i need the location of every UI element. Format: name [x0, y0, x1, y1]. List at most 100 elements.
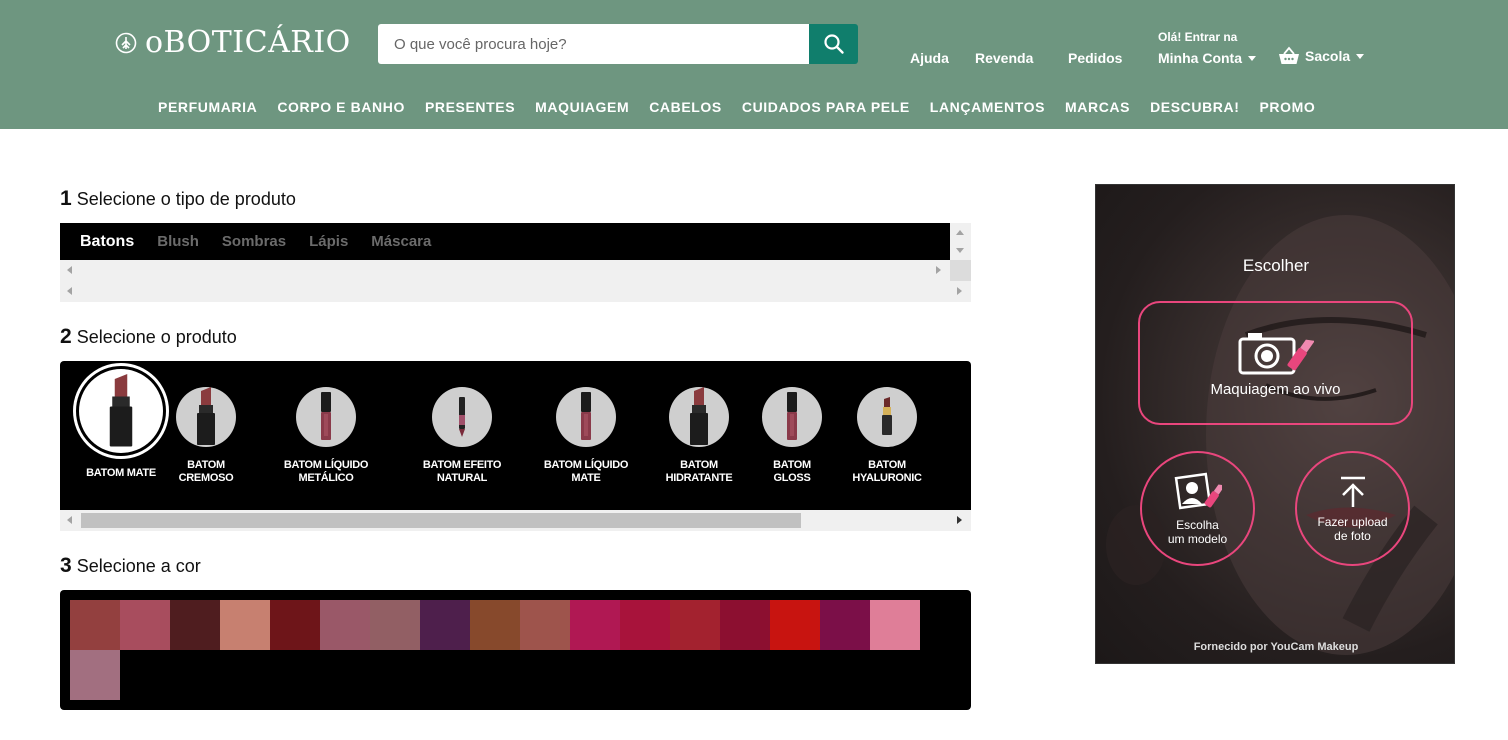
- product-label: BATOM GLOSS: [773, 459, 811, 484]
- lipstick-bullet-icon: [669, 387, 729, 447]
- color-swatch[interactable]: [770, 600, 820, 650]
- scroll-left-icon[interactable]: [67, 266, 72, 274]
- color-swatch[interactable]: [270, 600, 320, 650]
- product-item[interactable]: BATOM LÍQUIDO MATE: [536, 361, 636, 485]
- tab-lapis[interactable]: Lápis: [309, 233, 348, 250]
- nav-item-marcas[interactable]: MARCAS: [1065, 99, 1130, 115]
- color-swatch[interactable]: [220, 600, 270, 650]
- scroll-down-icon[interactable]: [956, 248, 964, 253]
- step-2-title: 2 Selecione o produto: [60, 325, 237, 349]
- step-3-title: 3 Selecione a cor: [60, 554, 201, 578]
- bag-label: Sacola: [1305, 48, 1351, 64]
- search-button[interactable]: [809, 24, 858, 64]
- scroll-right-icon[interactable]: [957, 287, 962, 295]
- nav-item-perfumaria[interactable]: PERFUMARIA: [158, 99, 257, 115]
- step-number: 1: [60, 187, 72, 210]
- search-input[interactable]: [378, 24, 809, 64]
- upload-photo-button[interactable]: Fazer upload de foto: [1295, 451, 1410, 566]
- powered-by: Fornecido por YouCam Makeup: [1193, 641, 1359, 653]
- nav-item-cabelos[interactable]: CABELOS: [649, 99, 722, 115]
- color-swatch[interactable]: [520, 600, 570, 650]
- product-label: BATOM LÍQUIDO MATE: [543, 459, 629, 484]
- choose-model-button[interactable]: Escolha um modelo: [1140, 451, 1255, 566]
- step-number: 2: [60, 325, 72, 348]
- color-swatch[interactable]: [820, 600, 870, 650]
- nav-item-maquiagem[interactable]: MAQUIAGEM: [535, 99, 629, 115]
- liquid-lipstick-icon: [296, 387, 356, 447]
- product-item[interactable]: BATOM HYALURONIC: [837, 361, 937, 485]
- scroll-thumb[interactable]: [81, 513, 801, 528]
- color-swatch[interactable]: [670, 600, 720, 650]
- scroll-right-icon[interactable]: [957, 516, 962, 524]
- account-menu[interactable]: Olá! Entrar na Minha Conta: [1158, 30, 1256, 68]
- scroll-right-icon[interactable]: [936, 266, 941, 274]
- color-swatch[interactable]: [370, 600, 420, 650]
- step-label: Selecione o produto: [76, 327, 237, 347]
- liquid-lipstick-icon: [762, 387, 822, 447]
- scroll-left-icon[interactable]: [67, 516, 72, 524]
- tab-blush[interactable]: Blush: [157, 233, 199, 250]
- widget-title: Escolher: [1242, 256, 1310, 275]
- color-swatch[interactable]: [420, 600, 470, 650]
- nav-item-corpo-e-banho[interactable]: CORPO E BANHO: [277, 99, 405, 115]
- scroll-up-icon[interactable]: [956, 230, 964, 235]
- product-item[interactable]: BATOM CREMOSO: [156, 361, 256, 485]
- lip-pencil-icon: [432, 387, 492, 447]
- horizontal-scrollbar[interactable]: [60, 510, 971, 531]
- color-swatch[interactable]: [170, 600, 220, 650]
- color-swatch[interactable]: [70, 650, 120, 700]
- nav-item-lançamentos[interactable]: LANÇAMENTOS: [930, 99, 1045, 115]
- tab-sombras[interactable]: Sombras: [222, 233, 286, 250]
- search-icon: [823, 34, 844, 54]
- live-makeup-label: Maquiagem ao vivo: [1210, 380, 1341, 398]
- product-type-tabs: Batons Blush Sombras Lápis Máscara: [60, 223, 950, 260]
- search-bar: [378, 24, 858, 64]
- chevron-down-icon: [1356, 53, 1365, 59]
- vertical-scrollbar[interactable]: [950, 223, 971, 281]
- nav-item-descubra[interactable]: DESCUBRA!: [1150, 99, 1239, 115]
- product-carousel: BATOM HYALURONIC BATOM GLOSS BATOM HIDRATA…: [60, 361, 971, 531]
- product-item[interactable]: BATOM HIDRATANTE: [649, 361, 749, 485]
- liquid-lipstick-icon: [556, 387, 616, 447]
- color-swatch[interactable]: [70, 600, 120, 650]
- color-swatch[interactable]: [570, 600, 620, 650]
- choose-model-label: Escolha um modelo: [1167, 517, 1228, 546]
- lipstick-gold-icon: [857, 387, 917, 447]
- tab-batons[interactable]: Batons: [80, 233, 134, 251]
- product-label: BATOM MATE: [86, 467, 156, 479]
- upload-icon: [1340, 476, 1365, 507]
- product-label: BATOM LÍQUIDO METÁLICO: [283, 459, 369, 484]
- orders-link[interactable]: Pedidos: [1068, 50, 1122, 66]
- tab-mascara[interactable]: Máscara: [371, 233, 431, 250]
- color-swatch[interactable]: [870, 600, 920, 650]
- nav-item-presentes[interactable]: PRESENTES: [425, 99, 515, 115]
- scroll-thumb[interactable]: [950, 260, 971, 281]
- basket-icon: [1279, 46, 1299, 64]
- product-label: BATOM CREMOSO: [178, 459, 234, 484]
- resale-link[interactable]: Revenda: [975, 50, 1033, 66]
- product-type-panel: Batons Blush Sombras Lápis Máscara: [60, 223, 971, 302]
- product-item[interactable]: BATOM LÍQUIDO METÁLICO: [276, 361, 376, 485]
- logo-text: oBOTICÁRIO: [145, 25, 351, 60]
- step-number: 3: [60, 554, 72, 577]
- product-item[interactable]: BATOM GLOSS: [742, 361, 842, 485]
- nav-item-cuidados-para-pele[interactable]: CUIDADOS PARA PELE: [742, 99, 910, 115]
- bag-button[interactable]: Sacola: [1278, 46, 1365, 66]
- product-label: BATOM HYALURONIC: [852, 459, 922, 484]
- product-item[interactable]: BATOM EFEITO NATURAL: [412, 361, 512, 485]
- color-palette: [60, 590, 971, 710]
- color-swatch[interactable]: [720, 600, 770, 650]
- help-link[interactable]: Ajuda: [910, 50, 949, 66]
- color-swatch[interactable]: [470, 600, 520, 650]
- product-item[interactable]: BATOM MATE: [71, 361, 171, 480]
- scroll-left-icon[interactable]: [67, 287, 72, 295]
- upload-photo-label: Fazer upload de foto: [1317, 514, 1388, 543]
- logo[interactable]: oBOTICÁRIO: [115, 27, 351, 59]
- color-swatch[interactable]: [320, 600, 370, 650]
- camera-lipstick-icon: [1238, 332, 1314, 374]
- chevron-down-icon: [1248, 55, 1256, 61]
- color-swatch[interactable]: [620, 600, 670, 650]
- live-makeup-button[interactable]: Maquiagem ao vivo: [1138, 301, 1413, 425]
- color-swatch[interactable]: [120, 600, 170, 650]
- nav-item-promo[interactable]: PROMO: [1259, 99, 1315, 115]
